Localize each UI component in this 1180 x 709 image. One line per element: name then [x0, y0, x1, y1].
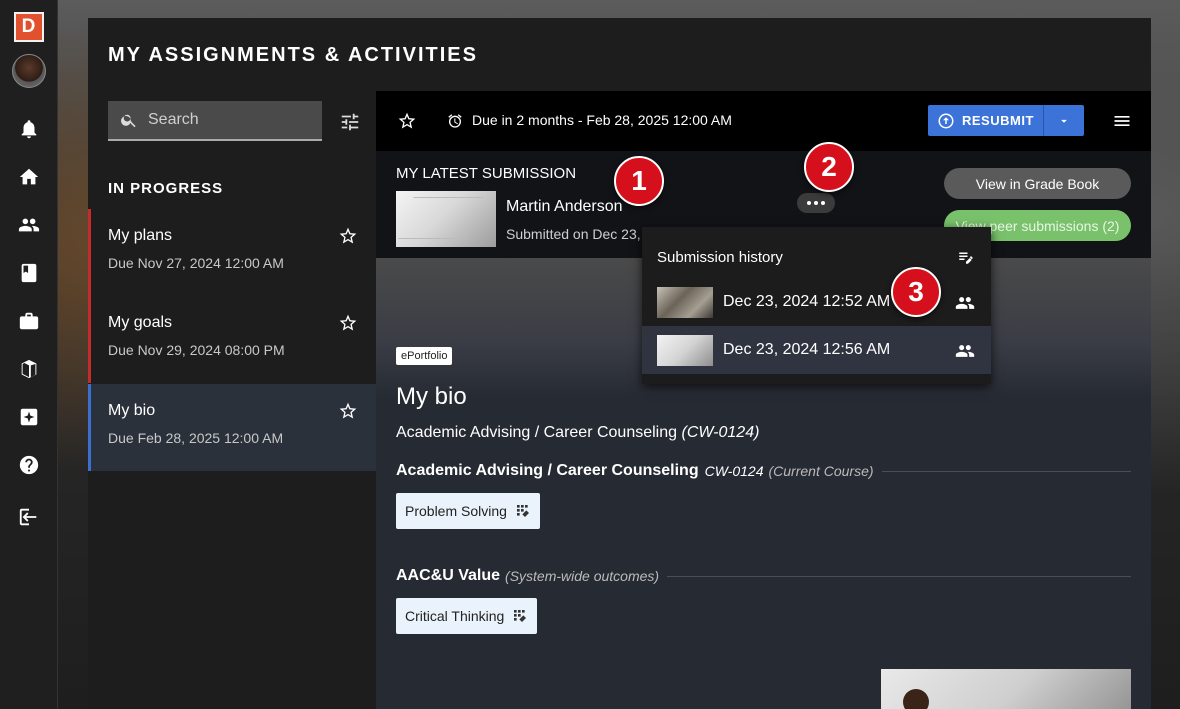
detail-toolbar: Due in 2 months - Feb 28, 2025 12:00 AM … [376, 91, 1151, 151]
assignments-panel: MY ASSIGNMENTS & ACTIVITIES IN PROGRESS … [88, 18, 1151, 709]
chip-label: Critical Thinking [405, 608, 505, 624]
section-label-in-progress: IN PROGRESS [108, 180, 224, 197]
callout-badge: 2 [804, 142, 854, 192]
assignment-title: My bio [108, 402, 156, 419]
assignment-due: Due Nov 29, 2024 08:00 PM [108, 342, 285, 358]
caret-down-icon [1061, 119, 1067, 123]
assignment-detail: Due in 2 months - Feb 28, 2025 12:00 AM … [376, 91, 1151, 709]
people-icon[interactable] [955, 341, 975, 361]
outcome-group-note: (System-wide outcomes) [505, 568, 660, 584]
latest-submission-label: MY LATEST SUBMISSION [396, 165, 577, 182]
history-date: Dec 23, 2024 12:52 AM [723, 293, 891, 310]
assignment-item-my-bio[interactable]: My bio Due Feb 28, 2025 12:00 AM [88, 384, 376, 471]
assignment-due: Due Nov 27, 2024 12:00 AM [108, 255, 284, 271]
eportfolio-tag: ePortfolio [396, 347, 453, 365]
divider [881, 470, 1131, 472]
history-row[interactable]: Dec 23, 2024 12:56 AM [642, 326, 991, 374]
course-name: Academic Advising / Career Counseling [396, 424, 678, 441]
chip-label: Problem Solving [405, 503, 507, 519]
search-input[interactable] [148, 111, 308, 129]
search-box[interactable] [108, 101, 322, 141]
upload-circle-icon [938, 113, 954, 128]
resubmit-split-button: RESUBMIT [928, 105, 1084, 136]
dot [807, 201, 811, 205]
star-icon[interactable] [338, 226, 358, 246]
assignment-item-my-plans[interactable]: My plans Due Nov 27, 2024 12:00 AM [88, 209, 376, 296]
assignment-item-my-goals[interactable]: My goals Due Nov 29, 2024 08:00 PM [88, 296, 376, 383]
submission-history-menu: Submission history Dec 23, 2024 12:52 AM… [642, 227, 991, 384]
submission-thumbnail[interactable] [396, 191, 496, 247]
assignment-due: Due Feb 28, 2025 12:00 AM [108, 430, 284, 446]
person-photo [903, 689, 929, 709]
outcome-group-course: Academic Advising / Career Counseling CW… [396, 462, 1131, 480]
page-title: MY ASSIGNMENTS & ACTIVITIES [108, 44, 478, 66]
resubmit-button[interactable]: RESUBMIT [928, 105, 1044, 136]
edit-note-icon[interactable] [957, 248, 977, 268]
resubmit-dropdown-button[interactable] [1044, 114, 1084, 128]
assignment-sidebar: IN PROGRESS My plans Due Nov 27, 2024 12… [88, 91, 376, 709]
submission-history-title: Submission history [657, 249, 783, 266]
outcome-chip-critical-thinking[interactable]: Critical Thinking [396, 598, 538, 634]
briefcase-icon[interactable] [16, 308, 42, 334]
portfolio-icon[interactable] [16, 356, 42, 382]
outcome-group-note: (Current Course) [768, 463, 874, 479]
resubmit-label: RESUBMIT [962, 113, 1034, 128]
history-date: Dec 23, 2024 12:56 AM [723, 341, 891, 358]
home-icon[interactable] [16, 164, 42, 190]
rubric-grid-icon [516, 505, 529, 517]
assignment-heading: My bio [396, 383, 467, 410]
dot [821, 201, 825, 205]
history-thumbnail [657, 335, 713, 366]
people-icon[interactable] [16, 212, 42, 238]
outcome-chip-problem-solving[interactable]: Problem Solving [396, 493, 540, 529]
history-thumbnail [657, 287, 713, 318]
more-options-button[interactable] [797, 193, 835, 213]
due-date-text: Due in 2 months - Feb 28, 2025 12:00 AM [472, 112, 732, 128]
assignment-title: My plans [108, 227, 173, 244]
divider [667, 575, 1131, 577]
view-grade-book-button[interactable]: View in Grade Book [944, 168, 1131, 199]
star-icon[interactable] [397, 111, 417, 131]
callout-badge: 1 [614, 156, 664, 206]
assignment-title: My goals [108, 314, 173, 331]
star-icon[interactable] [338, 313, 358, 333]
bell-icon[interactable] [16, 116, 42, 142]
course-line: Academic Advising / Career Counseling (C… [396, 424, 759, 442]
dot [814, 201, 818, 205]
app-logo[interactable]: D [13, 12, 44, 42]
people-icon[interactable] [955, 293, 975, 313]
outcome-group-code: CW-0124 [704, 463, 764, 479]
filter-icon[interactable] [339, 111, 361, 133]
submission-author: Martin Anderson [506, 198, 623, 215]
attachment-preview[interactable] [881, 669, 1131, 709]
outcome-group-system: AAC&U Value (System-wide outcomes) [396, 567, 1131, 585]
rubric-grid-icon [514, 610, 527, 622]
logout-icon[interactable] [16, 504, 42, 530]
outcome-group-name: AAC&U Value [396, 567, 501, 584]
hamburger-menu-icon[interactable] [1112, 111, 1132, 131]
search-icon [121, 114, 136, 128]
book-icon[interactable] [16, 260, 42, 286]
outcome-group-name: Academic Advising / Career Counseling [396, 462, 699, 479]
sparkle-icon[interactable] [16, 404, 42, 430]
user-avatar[interactable] [11, 54, 46, 88]
left-nav-rail: D [0, 0, 58, 709]
star-icon[interactable] [338, 401, 358, 421]
callout-badge: 3 [891, 267, 941, 317]
submission-date: Submitted on Dec 23, [506, 226, 641, 242]
alarm-clock-icon [447, 113, 463, 129]
course-code: (CW-0124) [681, 424, 760, 441]
help-icon[interactable] [16, 452, 42, 478]
